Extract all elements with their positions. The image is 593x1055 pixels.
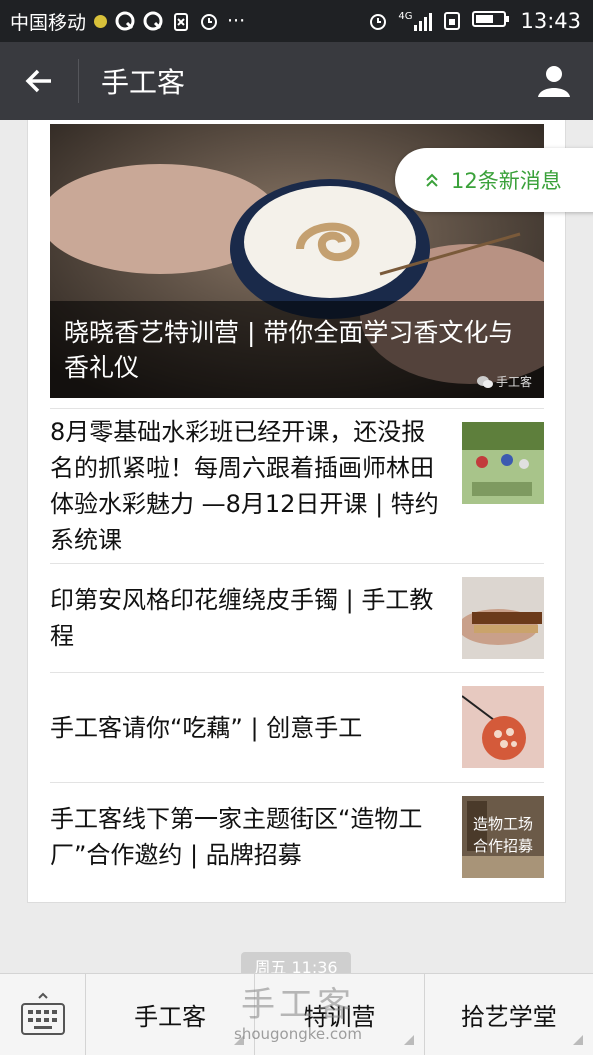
- submenu-indicator-icon: [572, 1035, 583, 1045]
- article-title: 8月零基础水彩班已经开课，还没报名的抓紧啦！每周六跟着插画师林田体验水彩魅力 —…: [50, 418, 439, 554]
- battery-icon: [472, 9, 510, 34]
- app-q-icon: [115, 11, 135, 31]
- alarm-icon: [199, 11, 219, 31]
- menu-item-shougongke[interactable]: 手工客: [86, 974, 256, 1055]
- double-chevron-up-icon: [426, 173, 438, 187]
- menu-item-academy[interactable]: 拾艺学堂: [425, 974, 593, 1055]
- signal-icon: 4G: [398, 11, 433, 31]
- leather-bracelet-thumb: [462, 577, 544, 659]
- list-item[interactable]: 手工客线下第一家主题街区“造物工厂”合作邀约 | 品牌招募 造物工场 合作招募: [50, 782, 544, 891]
- notification-dot-icon: [94, 14, 108, 28]
- submenu-indicator-icon: [403, 1035, 414, 1045]
- list-item[interactable]: 手工客请你“吃藕” | 创意手工: [50, 672, 544, 782]
- page-title: 手工客: [101, 66, 186, 99]
- carrier-label: 中国移动: [10, 11, 87, 34]
- article-title: 印第安风格印花缠绕皮手镯 | 手工教程: [50, 586, 434, 650]
- app-q-icon-2: [143, 11, 163, 31]
- sim-icon: [442, 11, 462, 31]
- alarm-icon-right: [368, 11, 388, 31]
- new-messages-button[interactable]: 12条新消息: [395, 148, 593, 212]
- person-icon: [538, 66, 570, 97]
- new-messages-label: 12条新消息: [451, 169, 562, 193]
- clean-icon: [171, 11, 191, 31]
- clock: 13:43: [520, 9, 581, 33]
- menu-item-training-camp[interactable]: 特训营: [255, 974, 425, 1055]
- keyboard-icon: [20, 992, 65, 1035]
- watercolor-class-thumb: [462, 422, 544, 504]
- back-button[interactable]: [0, 42, 78, 120]
- hero-watermark: 手工客: [476, 373, 532, 390]
- network-label: 4G: [398, 11, 413, 22]
- article-title: 手工客请你“吃藕” | 创意手工: [50, 713, 363, 742]
- article-list: 8月零基础水彩班已经开课，还没报名的抓紧啦！每周六跟着插画师林田体验水彩魅力 —…: [50, 408, 544, 891]
- factory-thumb-line2: 合作招募: [473, 837, 533, 855]
- menu-label: 特训营: [303, 1003, 376, 1031]
- list-item[interactable]: 8月零基础水彩班已经开课，还没报名的抓紧啦！每周六跟着插画师林田体验水彩魅力 —…: [50, 408, 544, 563]
- back-arrow-icon: [25, 69, 51, 93]
- list-item[interactable]: 印第安风格印花缠绕皮手镯 | 手工教程: [50, 563, 544, 672]
- factory-thumb: 造物工场 合作招募: [462, 796, 544, 878]
- submenu-indicator-icon: [234, 1035, 245, 1045]
- bottom-menu: 手工客 特训营 拾艺学堂: [0, 973, 593, 1055]
- article-card: 晓晓香艺特训营 | 带你全面学习香文化与香礼仪 手工客 8月零基础水彩班已经开课…: [27, 120, 566, 903]
- article-title: 手工客线下第一家主题街区“造物工厂”合作邀约 | 品牌招募: [50, 805, 423, 869]
- profile-button[interactable]: [515, 42, 593, 120]
- hero-caption: 晓晓香艺特训营 | 带你全面学习香文化与香礼仪: [50, 301, 544, 398]
- lotus-root-thumb: [462, 686, 544, 768]
- factory-thumb-line1: 造物工场: [473, 815, 533, 833]
- menu-label: 拾艺学堂: [460, 1003, 557, 1031]
- more-icon: ···: [227, 10, 246, 32]
- keyboard-toggle-button[interactable]: [0, 974, 86, 1055]
- nav-bar: 手工客: [0, 42, 593, 120]
- wechat-icon: [476, 375, 493, 388]
- status-bar: 中国移动 ··· 4G 13:43: [0, 0, 593, 42]
- menu-label: 手工客: [134, 1003, 207, 1031]
- hero-watermark-text: 手工客: [495, 375, 532, 389]
